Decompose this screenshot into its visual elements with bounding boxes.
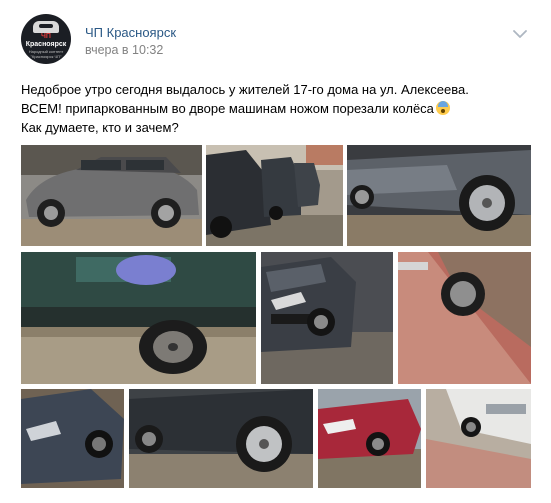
post-text-line-2: ВСЕМ! припаркованным во дворе машинам но… — [21, 99, 541, 118]
avatar-text-1: ЧП — [41, 33, 51, 40]
post-text: Недоброе утро сегодня выдалось у жителей… — [21, 80, 541, 137]
post-text-line-3: Как думаете, кто и зачем? — [21, 120, 179, 135]
chevron-down-icon[interactable] — [513, 29, 527, 39]
car-logo-icon — [33, 21, 59, 33]
avatar-text-4: "Красноярск ЧП" — [30, 54, 62, 59]
group-name-link[interactable]: ЧП Красноярск — [85, 25, 176, 40]
photo-6-brown-car-wheel[interactable] — [398, 252, 531, 384]
photo-4-green-van-flat-tire[interactable] — [21, 252, 256, 384]
post-time-link[interactable]: вчера в 10:32 — [85, 43, 163, 57]
photo-9-red-car[interactable] — [318, 389, 421, 488]
vk-post: ЧП Красноярск Народный контент "Краснояр… — [0, 0, 551, 503]
group-avatar[interactable]: ЧП Красноярск Народный контент "Краснояр… — [21, 14, 71, 64]
photo-10-white-car[interactable] — [426, 389, 531, 488]
photo-3-mercedes-wheel[interactable] — [347, 145, 531, 246]
post-text-line-1: Недоброе утро сегодня выдалось у жителей… — [21, 82, 469, 97]
avatar-text-2: Красноярск — [25, 41, 67, 48]
photo-5-kia-front[interactable] — [261, 252, 393, 384]
photo-2-dark-cars-row[interactable] — [206, 145, 343, 246]
photo-8-silver-wheel[interactable] — [129, 389, 313, 488]
fearful-face-icon — [435, 101, 450, 115]
photo-1-gray-mercedes[interactable] — [21, 145, 202, 246]
photo-7-dark-sedan[interactable] — [21, 389, 124, 488]
